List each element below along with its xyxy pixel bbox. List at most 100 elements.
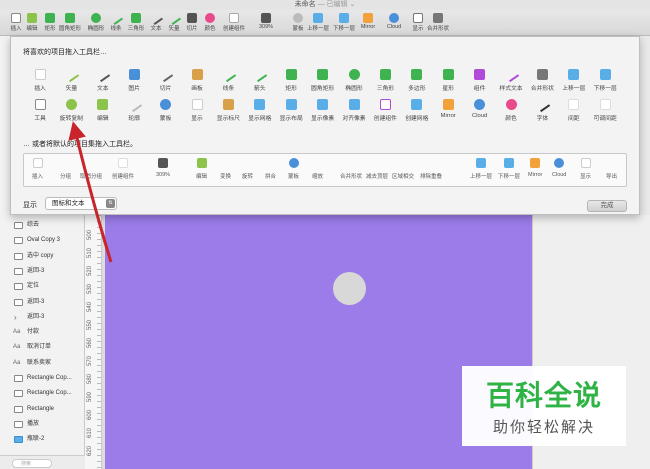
layer-text-icon: Aa (13, 344, 21, 351)
default-set-item[interactable]: 旋转 (242, 156, 253, 180)
default-set-item-label: 取消分组 (80, 174, 103, 180)
layer-row[interactable]: › 返回-3 (0, 310, 85, 325)
mirror-icon (363, 13, 373, 23)
done-button[interactable]: 完成 (587, 200, 627, 212)
layer-row[interactable]: 定位 (0, 279, 85, 294)
artboard-icon (191, 69, 203, 80)
ruler-label: 530 (87, 283, 93, 294)
layer-name: 付款 (27, 329, 40, 336)
layers-search-input[interactable]: 搜索 (12, 459, 52, 468)
image-icon (128, 69, 140, 80)
pixel-icon (317, 99, 329, 110)
layer-shape-icon (14, 222, 23, 229)
knife-icon (157, 66, 174, 83)
default-set-item-label: 分组 (60, 174, 72, 180)
color-wheel-icon (205, 13, 215, 23)
ruler-label: 510 (87, 247, 93, 258)
palette-item[interactable]: 下移一层 (588, 69, 622, 92)
forward-icon (568, 69, 580, 80)
space-icon (568, 99, 580, 110)
layer-row[interactable]: 返回-3 (0, 264, 85, 279)
rectangle-icon (45, 13, 55, 23)
default-set-item[interactable]: Cloud (552, 156, 566, 178)
default-set-item[interactable]: 减去顶层 (366, 156, 388, 180)
default-set-item[interactable]: 创建组件 (112, 156, 134, 180)
layer-text-icon: Aa (13, 359, 21, 366)
default-set-item[interactable]: 变换 (220, 156, 231, 180)
default-set-item[interactable]: 309% (156, 156, 170, 178)
document-status[interactable]: — 已编辑 ⌄ (318, 1, 356, 8)
toolbar-item[interactable]: 合并形状 (426, 11, 450, 35)
zoom-icon (261, 13, 271, 23)
toolbar-item[interactable]: Mirror (356, 11, 380, 35)
default-toolbar-set[interactable]: 插入 分组 取消分组 创建组件 309% 编辑 变换 旋转 拼合 蒙板 缩放 合并形状 减去顶层 区域相交… (23, 153, 627, 187)
layer-row[interactable]: 返回-3 (0, 295, 85, 310)
default-set-item[interactable]: 排除重叠 (420, 156, 442, 180)
show-mode-value: 图标和文本 (52, 200, 85, 207)
palette-item[interactable]: 可调间距 (588, 99, 622, 122)
default-set-item[interactable]: 区域相交 (392, 156, 414, 180)
layer-name: Rectangle Cop... (27, 375, 72, 381)
layer-row[interactable]: Rectangle Cop... (0, 386, 85, 401)
show-mode-select[interactable]: 图标和文本 ⇅ (45, 197, 117, 210)
window-title: 未命名 — 已编辑 ⌄ (0, 0, 650, 10)
oval-shape[interactable] (333, 272, 366, 305)
layer-folder-icon (14, 436, 23, 444)
ruler-label: 550 (87, 319, 93, 330)
watermark-logo: 百科全说 助你轻松解决 (462, 366, 626, 446)
tools-icon (34, 99, 46, 110)
default-set-item-label: 下移一层 (498, 174, 521, 180)
default-set-item[interactable]: 缩放 (312, 156, 323, 180)
default-set-item-label: 蒙板 (288, 174, 300, 180)
layer-shape-icon (14, 390, 23, 398)
ruler-label: 610 (87, 427, 93, 438)
backward-icon (504, 158, 514, 168)
layer-row[interactable]: 播放 (0, 417, 85, 432)
sheet-heading: 将喜欢的项目拖入工具栏… (23, 49, 107, 56)
layer-row[interactable]: Rectangle (0, 402, 85, 417)
layer-name: 瓶联-2 (27, 436, 45, 443)
layer-row[interactable]: 综去 (0, 218, 85, 233)
blank-icon (61, 158, 71, 168)
ruler-label: 600 (87, 409, 93, 420)
blank-icon (266, 158, 276, 168)
layer-row[interactable]: Aa 付款 (0, 325, 85, 340)
default-set-item[interactable]: 合并形状 (340, 156, 362, 180)
layer-row[interactable]: Oval Copy 3 (0, 233, 85, 248)
default-set-item[interactable]: Mirror (528, 156, 542, 178)
layer-row[interactable]: 选中 copy (0, 249, 85, 264)
default-set-item-label: 拼合 (265, 174, 277, 180)
layer-row[interactable]: Aa 联系卖家 (0, 356, 85, 371)
toolbar-item-label: 创建组件 (222, 26, 245, 32)
default-set-item[interactable]: 上移一层 (470, 156, 492, 180)
layer-name: 综去 (27, 222, 40, 228)
default-set-item[interactable]: 下移一层 (498, 156, 520, 180)
toolbar-item-label: 合并形状 (426, 26, 449, 32)
edit-icon (97, 99, 109, 110)
symbol-icon (474, 69, 486, 80)
layer-name: 返回-3 (27, 298, 45, 305)
toolbar-item[interactable]: 创建组件 (222, 11, 246, 35)
layer-row[interactable]: 瓶联-2 (0, 432, 85, 447)
ruler-icon (222, 99, 234, 110)
layers-footer: 搜索 (0, 455, 85, 469)
default-set-item[interactable]: 分组 (60, 156, 71, 180)
default-set-item[interactable]: 插入 (32, 156, 43, 180)
blank-icon (243, 158, 253, 168)
customize-toolbar-sheet: 将喜欢的项目拖入工具栏… 插入 矢量 文本 图片 切片 画板 线条 箭头 矩形 圆角矩形 椭圆形 三角… (10, 36, 640, 215)
default-set-item[interactable]: 取消分组 (80, 156, 102, 180)
blank-icon (372, 158, 382, 168)
backward-icon (339, 13, 349, 23)
default-set-item[interactable]: 显示 (580, 156, 591, 180)
layer-row[interactable]: Aa 取消订单 (0, 340, 85, 355)
toolbar-item[interactable]: 309% (254, 11, 278, 35)
default-set-item[interactable]: 导出 (606, 156, 617, 180)
default-set-item[interactable]: 蒙板 (288, 156, 299, 180)
default-set-item[interactable]: 编辑 (196, 156, 207, 180)
cloud-icon (554, 158, 565, 168)
default-set-item-label: 插入 (32, 174, 44, 180)
layer-row[interactable]: Rectangle Cop... (0, 371, 85, 386)
toolbar-item[interactable]: 下移一层 (332, 11, 356, 35)
default-set-item[interactable]: 拼合 (265, 156, 276, 180)
ruler-label: 520 (87, 265, 93, 276)
